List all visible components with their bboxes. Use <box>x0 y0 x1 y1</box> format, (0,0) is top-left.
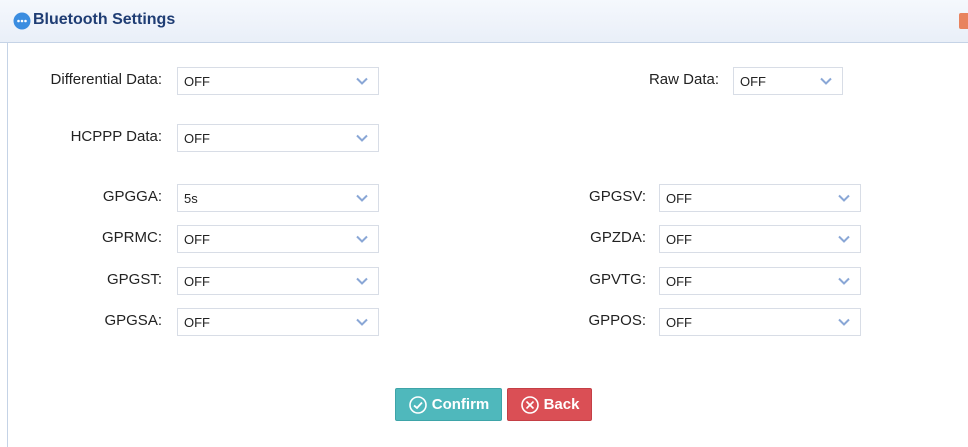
gppos-value: OFF <box>666 315 692 330</box>
differential-data-select[interactable]: OFF <box>177 67 379 95</box>
hcppp-data-label: HCPPP Data: <box>70 128 162 145</box>
differential-data-label: Differential Data: <box>50 71 162 88</box>
chevron-down-icon <box>356 277 368 285</box>
gpgsa-label: GPGSA: <box>104 312 162 329</box>
gprmc-select[interactable]: OFF <box>177 225 379 253</box>
check-circle-icon <box>408 395 427 414</box>
confirm-button-label: Confirm <box>431 396 490 413</box>
gpzda-select[interactable]: OFF <box>659 225 861 253</box>
gpgsv-label: GPGSV: <box>589 188 646 205</box>
differential-data-value: OFF <box>184 74 210 89</box>
chevron-down-icon <box>838 235 850 243</box>
gppos-label: GPPOS: <box>588 312 646 329</box>
gpzda-value: OFF <box>666 232 692 247</box>
gpgst-select[interactable]: OFF <box>177 267 379 295</box>
chevron-down-icon <box>838 194 850 202</box>
chevron-down-icon <box>356 235 368 243</box>
chevron-down-icon <box>356 318 368 326</box>
chevron-down-icon <box>838 318 850 326</box>
gprmc-label: GPRMC: <box>102 229 162 246</box>
chevron-down-icon <box>356 77 368 85</box>
gpgst-value: OFF <box>184 274 210 289</box>
chevron-down-icon <box>356 194 368 202</box>
gpgga-value: 5s <box>184 191 198 206</box>
gpgsv-value: OFF <box>666 191 692 206</box>
gpgga-label: GPGGA: <box>102 188 162 205</box>
close-icon[interactable] <box>959 13 968 29</box>
chevron-down-icon <box>356 134 368 142</box>
raw-data-select[interactable]: OFF <box>733 67 843 95</box>
raw-data-label: Raw Data: <box>648 71 719 88</box>
gprmc-value: OFF <box>184 232 210 247</box>
cancel-circle-icon <box>520 395 539 414</box>
dialog-title: Bluetooth Settings <box>33 11 176 28</box>
gppos-select[interactable]: OFF <box>659 308 861 336</box>
dialog-titlebar: Bluetooth Settings <box>0 0 968 43</box>
chat-bubble-icon <box>13 12 31 30</box>
gpvtg-value: OFF <box>666 274 692 289</box>
gpgga-select[interactable]: 5s <box>177 184 379 212</box>
gpgst-label: GPGST: <box>106 271 162 288</box>
gpvtg-label: GPVTG: <box>589 271 646 288</box>
gpgsv-select[interactable]: OFF <box>659 184 861 212</box>
gpgsa-select[interactable]: OFF <box>177 308 379 336</box>
chevron-down-icon <box>838 277 850 285</box>
hcppp-data-value: OFF <box>184 131 210 146</box>
gpgsa-value: OFF <box>184 315 210 330</box>
confirm-button[interactable]: Confirm <box>395 388 502 421</box>
raw-data-value: OFF <box>740 74 766 89</box>
gpvtg-select[interactable]: OFF <box>659 267 861 295</box>
back-button-label: Back <box>543 396 580 413</box>
hcppp-data-select[interactable]: OFF <box>177 124 379 152</box>
back-button[interactable]: Back <box>507 388 592 421</box>
gpzda-label: GPZDA: <box>590 229 646 246</box>
chevron-down-icon <box>820 77 832 85</box>
